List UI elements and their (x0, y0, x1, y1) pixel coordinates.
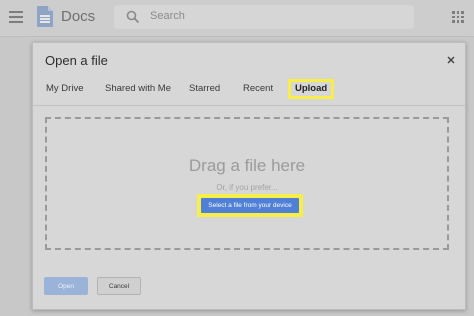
close-icon[interactable] (444, 53, 458, 67)
apps-grid-icon[interactable] (452, 11, 464, 23)
hamburger-icon[interactable] (9, 11, 23, 23)
open-file-dialog: Open a file My Drive Shared with Me Star… (32, 42, 466, 310)
tab-bar: My Drive Shared with Me Starred Recent U… (33, 79, 465, 106)
tab-my-drive[interactable]: My Drive (46, 83, 83, 94)
drop-zone[interactable]: Drag a file here Or, if you prefer... Se… (45, 117, 449, 250)
tab-shared-with-me[interactable]: Shared with Me (105, 83, 171, 94)
app-header: Docs Search (0, 0, 474, 37)
select-file-button[interactable]: Select a file from your device (201, 198, 299, 213)
search-placeholder: Search (150, 10, 185, 22)
tab-upload[interactable]: Upload (288, 79, 335, 99)
tab-starred[interactable]: Starred (189, 83, 220, 94)
search-input[interactable]: Search (114, 5, 414, 29)
select-file-highlight: Select a file from your device (197, 194, 303, 217)
drop-zone-subtitle: Or, if you prefer... (216, 183, 278, 192)
drop-zone-title: Drag a file here (188, 156, 306, 175)
search-icon (126, 10, 140, 24)
docs-logo-icon (37, 6, 53, 27)
open-button[interactable]: Open (44, 277, 88, 295)
tab-recent[interactable]: Recent (243, 83, 273, 94)
app-name: Docs (61, 8, 96, 25)
dialog-title: Open a file (45, 53, 108, 68)
cancel-button[interactable]: Cancel (97, 277, 141, 295)
